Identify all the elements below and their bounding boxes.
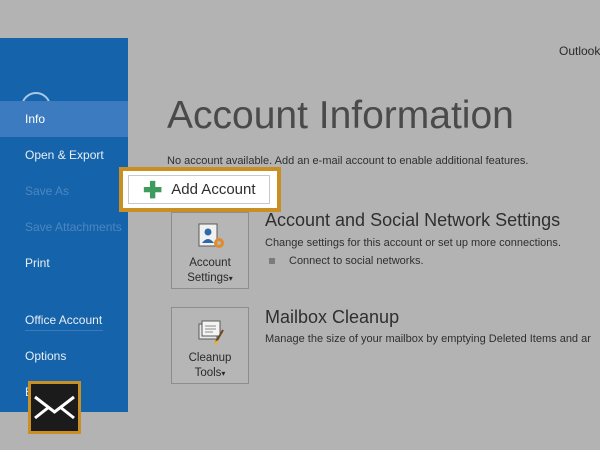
no-account-message: No account available. Add an e-mail acco… (167, 155, 529, 167)
account-settings-label: Account Settings▾ (172, 256, 248, 286)
cleanup-tools-label-line1: Cleanup (188, 352, 232, 364)
sidebar-item-info[interactable]: Info (0, 101, 128, 137)
sidebar-item-office-account[interactable]: Office Account (0, 302, 128, 338)
account-settings-icon (198, 223, 224, 248)
chevron-down-icon: ▾ (228, 274, 233, 283)
connect-social-networks-link[interactable]: Connect to social networks. (289, 255, 424, 267)
mail-logo (28, 381, 81, 434)
cleanup-tools-label: Cleanup Tools▾ (172, 351, 248, 381)
account-settings-button[interactable]: Account Settings▾ (171, 212, 249, 289)
cleanup-tools-label-line2: Tools (194, 367, 222, 379)
mailbox-cleanup-title: Mailbox Cleanup (265, 307, 400, 327)
plus-icon: ✚ (143, 176, 163, 203)
sidebar-item-open-export[interactable]: Open & Export (0, 137, 128, 173)
mailbox-cleanup-description: Manage the size of your mailbox by empty… (265, 333, 591, 345)
chevron-down-icon: ▾ (221, 369, 226, 378)
sidebar-item-options[interactable]: Options (0, 338, 128, 374)
page-title: Account Information (167, 94, 514, 137)
add-account-highlight: ✚ Add Account (119, 167, 281, 212)
cleanup-tools-button[interactable]: Cleanup Tools▾ (171, 307, 249, 384)
app-name: Outlook (559, 44, 600, 58)
mail-logo-inner (31, 384, 78, 431)
backstage-sidebar: Info Open & Export Save As Save Attachme… (0, 38, 128, 412)
cleanup-tools-icon (198, 320, 224, 345)
bullet-icon (269, 258, 275, 264)
sidebar-item-print[interactable]: Print (0, 245, 128, 281)
add-account-button[interactable]: ✚ Add Account (128, 175, 270, 204)
add-account-label: Add Account (171, 181, 256, 198)
sidebar-item-save-as: Save As (25, 184, 70, 198)
account-settings-title: Account and Social Network Settings (265, 210, 561, 230)
account-settings-description: Change settings for this account or set … (265, 237, 561, 249)
account-settings-label-line1: Account (189, 257, 231, 269)
mail-envelope-icon (34, 395, 75, 420)
sidebar-item-save-attachments: Save Attachments (25, 220, 122, 234)
account-settings-label-line2: Settings (187, 272, 229, 284)
